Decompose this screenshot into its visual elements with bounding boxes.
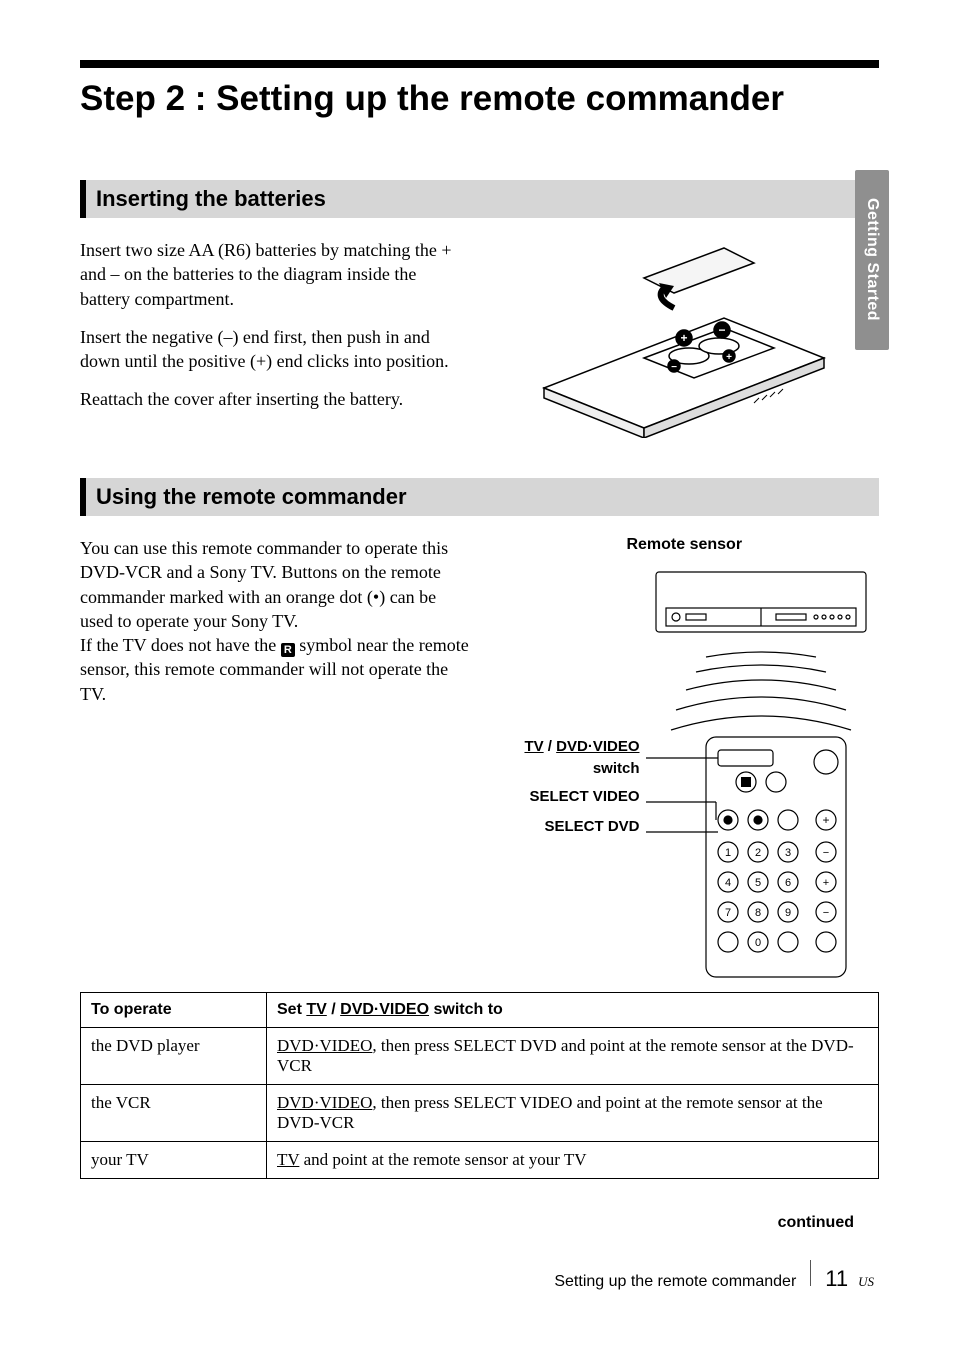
th-set-mid: / <box>327 1001 340 1018</box>
svg-text:5: 5 <box>754 877 760 889</box>
svg-text:6: 6 <box>784 877 790 889</box>
footer-text: Setting up the remote commander <box>554 1273 796 1291</box>
td-setting: DVD·VIDEO, then press SELECT DVD and poi… <box>267 1028 879 1085</box>
th-set-post: switch to <box>429 1001 503 1018</box>
svg-text:1: 1 <box>724 847 730 859</box>
th-set-tv: TV <box>306 1001 326 1018</box>
remote-figure: Remote sensor TV / DVD·VIDEO switch SELE… <box>490 536 880 982</box>
th-set-pre: Set <box>277 1001 306 1018</box>
svg-text:9: 9 <box>784 907 790 919</box>
operation-table: To operate Set TV / DVD·VIDEO switch to … <box>80 992 879 1179</box>
th-to-operate: To operate <box>81 993 267 1028</box>
page-number: 11 <box>825 1266 848 1292</box>
td-op: your TV <box>81 1142 267 1179</box>
remote-symbol-icon: R <box>281 643 295 657</box>
section1-p3: Reattach the cover after inserting the b… <box>80 387 470 411</box>
svg-text:0: 0 <box>754 937 760 949</box>
svg-text:+: + <box>822 813 829 827</box>
td-op: the DVD player <box>81 1028 267 1085</box>
switch-label: TV / DVD·VIDEO <box>490 732 640 762</box>
svg-text:2: 2 <box>754 847 760 859</box>
td-setting-u: DVD·VIDEO <box>277 1036 372 1055</box>
battery-svg: + − − + <box>524 238 844 438</box>
select-video-label: SELECT VIDEO <box>490 782 640 812</box>
svg-text:7: 7 <box>724 907 730 919</box>
section2-text: You can use this remote commander to ope… <box>80 536 470 720</box>
page-number-suffix: US <box>858 1274 874 1290</box>
svg-text:−: − <box>822 847 828 859</box>
td-setting: TV and point at the remote sensor at you… <box>267 1142 879 1179</box>
section2-p1a: You can use this remote commander to ope… <box>80 538 448 631</box>
select-dvd-label: SELECT DVD <box>490 812 640 842</box>
remote-sensor-label: Remote sensor <box>490 536 880 554</box>
table-row: your TV TV and point at the remote senso… <box>81 1142 879 1179</box>
table-header-row: To operate Set TV / DVD·VIDEO switch to <box>81 993 879 1028</box>
svg-text:+: + <box>822 877 828 889</box>
side-tab-getting-started: Getting Started <box>855 170 889 350</box>
svg-text:8: 8 <box>754 907 760 919</box>
svg-text:3: 3 <box>784 847 790 859</box>
th-set-dvd: DVD·VIDEO <box>340 1001 429 1018</box>
section-heading-inserting-batteries: Inserting the batteries <box>80 180 879 218</box>
svg-text:−: − <box>719 323 726 337</box>
svg-text:−: − <box>822 907 828 919</box>
switch-label-dvdvideo: DVD·VIDEO <box>556 738 639 755</box>
svg-text:+: + <box>726 352 732 363</box>
switch-label-word: switch <box>490 762 640 782</box>
th-set-switch: Set TV / DVD·VIDEO switch to <box>267 993 879 1028</box>
td-setting-u: TV <box>277 1150 299 1169</box>
section1-p1: Insert two size AA (R6) batteries by mat… <box>80 238 470 311</box>
footer-divider <box>810 1260 811 1286</box>
svg-text:+: + <box>681 331 688 345</box>
continued-label: continued <box>778 1214 854 1232</box>
svg-text:4: 4 <box>724 877 730 889</box>
section2-p1: You can use this remote commander to ope… <box>80 536 470 706</box>
table-row: the DVD player DVD·VIDEO, then press SEL… <box>81 1028 879 1085</box>
td-op: the VCR <box>81 1085 267 1142</box>
section1-p2: Insert the negative (–) end first, then … <box>80 325 470 374</box>
switch-label-sep: / <box>544 738 557 755</box>
table-row: the VCR DVD·VIDEO, then press SELECT VID… <box>81 1085 879 1142</box>
svg-text:−: − <box>671 362 677 373</box>
battery-illustration: + − − + <box>524 238 844 438</box>
title-rule <box>80 60 879 68</box>
td-setting-u: DVD·VIDEO <box>277 1093 372 1112</box>
page-title: Step 2 : Setting up the remote commander <box>80 78 879 120</box>
td-setting-rest: and point at the remote sensor at your T… <box>299 1150 586 1169</box>
remote-svg: + 1 2 3 − 4 5 6 + 7 8 <box>646 562 876 982</box>
section2-p1b-pre: If the TV does not have the <box>80 635 281 655</box>
section1-text: Insert two size AA (R6) batteries by mat… <box>80 238 470 426</box>
switch-label-tv: TV <box>524 738 543 755</box>
page-footer: Setting up the remote commander 11 US <box>554 1260 874 1292</box>
td-setting: DVD·VIDEO, then press SELECT VIDEO and p… <box>267 1085 879 1142</box>
section-heading-using-remote: Using the remote commander <box>80 478 879 516</box>
side-tab-label: Getting Started <box>863 198 881 321</box>
